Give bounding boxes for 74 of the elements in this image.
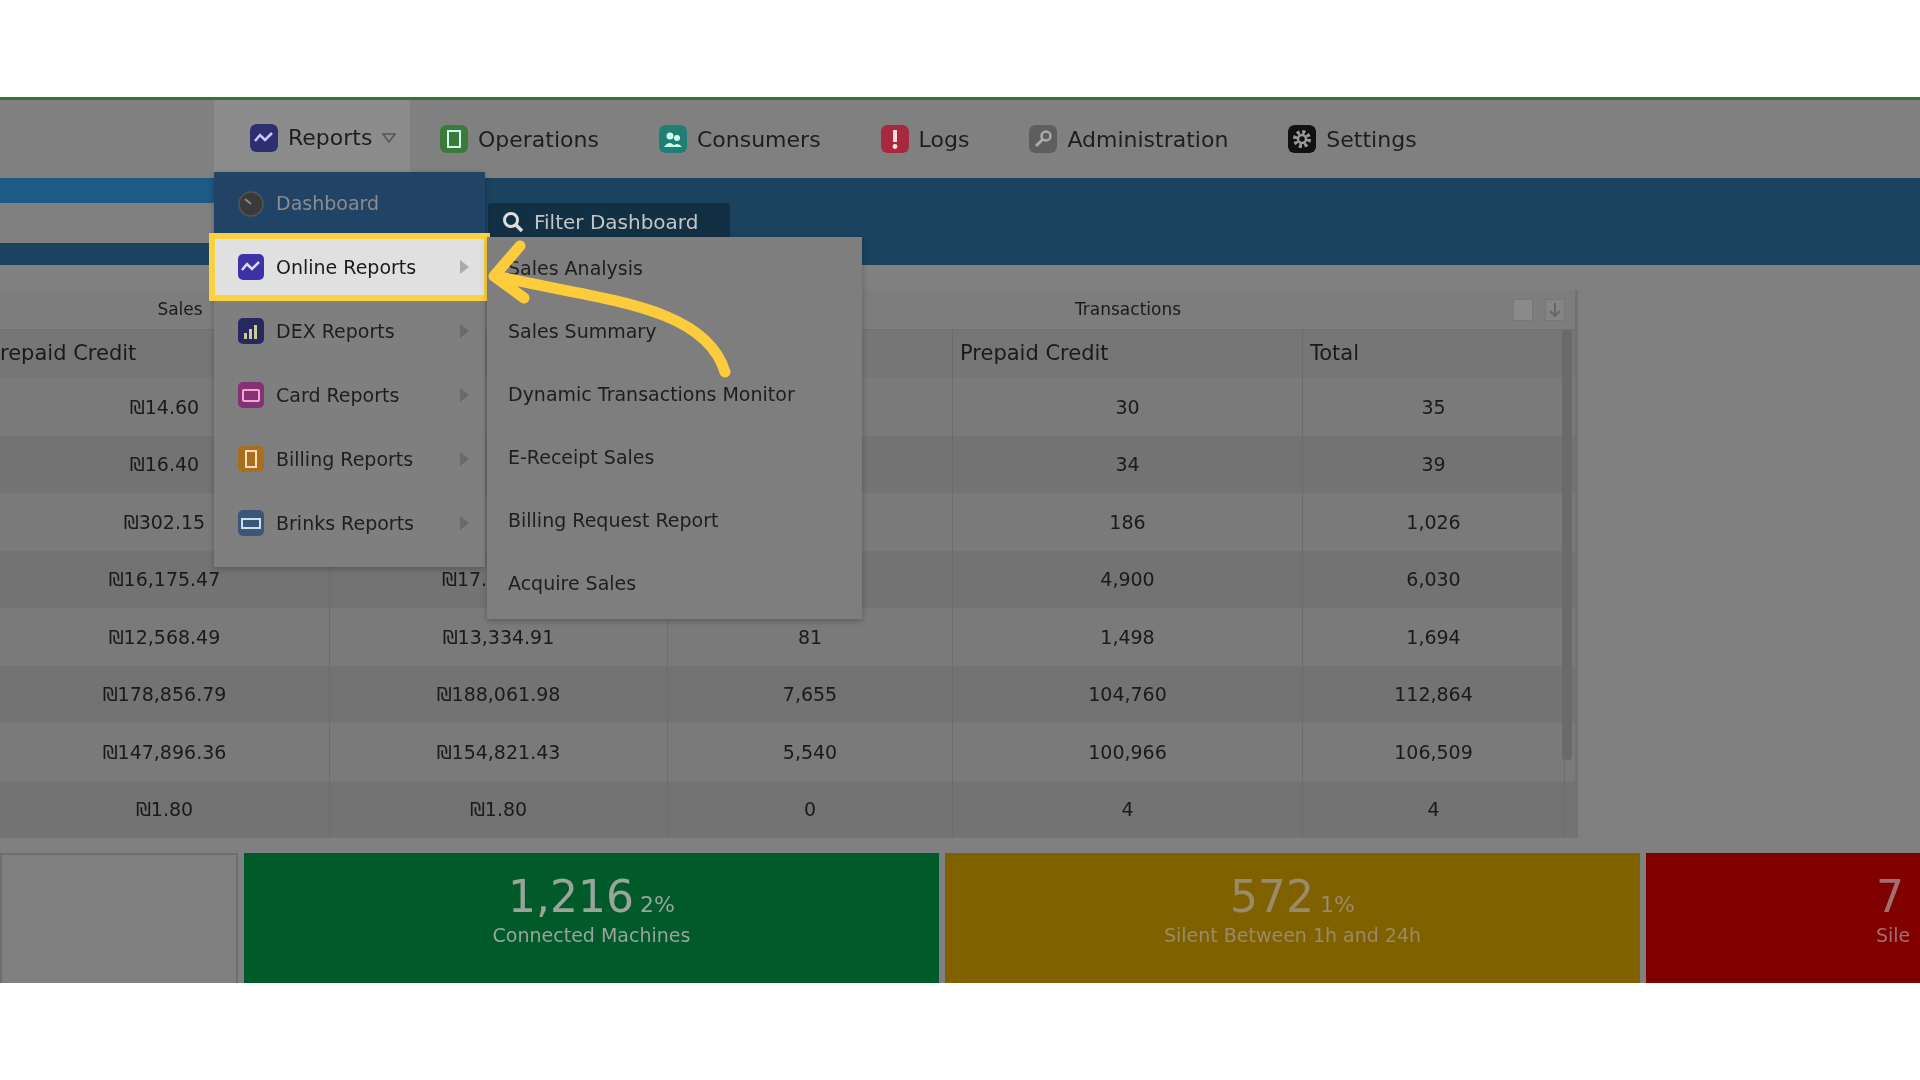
column-header: Prepaid Credit — [960, 340, 1109, 368]
nav-tab[interactable]: Administration — [999, 100, 1259, 178]
table-cell-text: ₪302.15 — [123, 509, 206, 535]
card-icon — [238, 382, 264, 408]
key-icon — [1029, 125, 1058, 153]
stat-label: Connected Machines — [492, 923, 691, 949]
door-icon — [440, 125, 468, 153]
table-cell-text: 81 — [797, 624, 823, 650]
table-cell-text: ₪178,856.79 — [102, 682, 227, 707]
table-cell-text: ₪16.40 — [129, 452, 200, 477]
menu-item[interactable]: Brinks Reports — [214, 491, 485, 555]
alert-icon — [880, 125, 909, 153]
table-cell-text: 104,760 — [1088, 682, 1167, 707]
download-icon[interactable] — [1545, 299, 1565, 321]
stat-value: 572 — [1230, 871, 1315, 922]
search-icon — [502, 211, 524, 233]
table-cell-text: ₪12,568.49 — [108, 624, 221, 650]
stat-percent: 2% — [640, 892, 675, 917]
table-cell-text: ₪17. — [442, 567, 488, 592]
table-cell-text: 112,864 — [1394, 682, 1473, 707]
submenu-item[interactable]: Acquire Sales — [487, 552, 862, 615]
people-icon — [658, 125, 687, 153]
table-cell-text: 106,509 — [1394, 739, 1473, 765]
table-cell-text: 4,900 — [1100, 567, 1155, 592]
submenu-item[interactable]: E-Receipt Sales — [487, 426, 862, 489]
table-cell-text: ₪147,896.36 — [102, 739, 227, 765]
menu-item[interactable]: Dashboard — [214, 172, 485, 235]
table-cell-text: 1,694 — [1406, 624, 1461, 650]
stat-label: Silent Between 1h and 24h — [1163, 923, 1422, 949]
table-cell-text: ₪154,821.43 — [436, 739, 561, 765]
table-cell-text: 39 — [1421, 452, 1446, 477]
table-cell-text: 34 — [1115, 452, 1140, 477]
table-cell-text: ₪14.60 — [129, 394, 200, 420]
submenu-item[interactable]: Dynamic Transactions Monitor — [487, 363, 862, 426]
wave-icon — [238, 254, 264, 280]
bar-chart-icon — [238, 318, 264, 344]
table-cell-text: ₪1.80 — [469, 797, 528, 822]
stat-percent: 1% — [1320, 892, 1355, 917]
stat-value: 7 — [1876, 871, 1904, 922]
table-cell-text: ₪188,061.98 — [436, 682, 561, 707]
table-cell-text: 30 — [1115, 394, 1140, 420]
wave-icon — [250, 123, 278, 152]
table-cell-text: ₪13,334.91 — [442, 624, 555, 650]
table-cell-text: ₪1.80 — [135, 797, 194, 822]
table-cell-text: 4 — [1121, 797, 1134, 822]
settings-icon — [1288, 125, 1317, 153]
table-cell-text: 0 — [803, 797, 817, 822]
table-cell-text: 1,026 — [1406, 509, 1461, 535]
nav-tab[interactable]: Consumers — [628, 100, 851, 178]
table-cell-text: 5,540 — [782, 739, 838, 765]
column-header: Total — [1310, 340, 1360, 368]
table-cell-text: 186 — [1109, 509, 1146, 535]
table-cell-text: ₪16,175.47 — [108, 567, 221, 592]
table-cell-text: 4 — [1427, 797, 1440, 822]
gauge-icon — [238, 190, 264, 217]
column-header: repaid Credit — [0, 340, 137, 368]
table-cell-text: 7,655 — [782, 682, 838, 707]
nav-tab[interactable]: Settings — [1258, 100, 1447, 178]
menu-item[interactable]: Billing Reports — [214, 427, 485, 491]
document-icon — [238, 446, 264, 472]
menu-item[interactable]: Card Reports — [214, 363, 485, 427]
table-cell-text: 100,966 — [1088, 739, 1167, 765]
group-header: Transactions — [1074, 298, 1182, 319]
nav-tab[interactable]: Logs — [850, 100, 1000, 178]
stat-label: Sile — [1876, 923, 1911, 949]
input-field[interactable] — [0, 203, 214, 243]
submenu-item[interactable]: Billing Request Report — [487, 489, 862, 552]
stat-value: 1,216 — [508, 871, 635, 922]
table-cell-text: 35 — [1421, 394, 1446, 420]
table-cell-text: 6,030 — [1406, 567, 1461, 592]
table-cell-text: 1,498 — [1100, 624, 1155, 650]
group-header: Sales — [157, 298, 203, 319]
submenu-item[interactable]: Sales Summary — [487, 300, 862, 363]
menu-item[interactable]: DEX Reports — [214, 299, 485, 363]
